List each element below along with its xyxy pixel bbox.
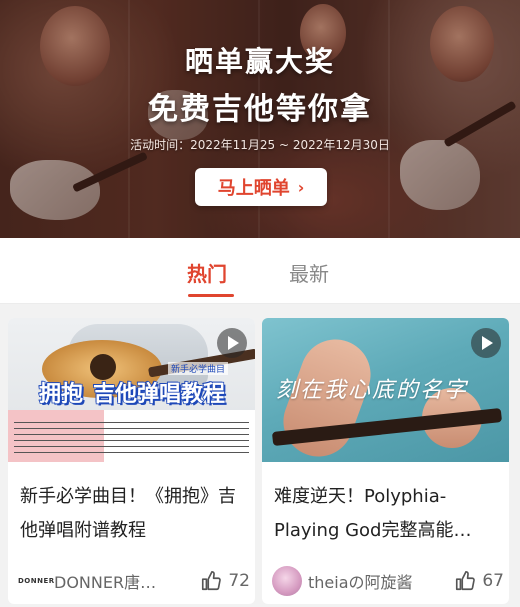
donner-logo: DONNER (18, 577, 55, 585)
like-button[interactable]: 67 (454, 570, 504, 592)
tab-staff-line (14, 446, 249, 447)
post-footer: theiaの阿旋酱 67 (272, 566, 504, 596)
thumbs-up-icon (202, 571, 222, 591)
tab-staff-line (14, 452, 249, 453)
thumb-overlay-text: 刻在我心底的名字 (276, 378, 469, 403)
active-tab-indicator (188, 294, 234, 297)
promo-banner[interactable]: 晒单赢大奖 免费吉他等你拿 活动时间：2022年11月25 ~ 2022年12月… (0, 0, 520, 238)
tab-staff-line (14, 422, 249, 423)
post-title[interactable]: 难度逆天！Polyphia-Playing God完整高能… (274, 480, 500, 548)
tab-sheet-preview (8, 410, 255, 462)
thumb-overlay-part: 拥抱 (38, 381, 84, 408)
chevron-right-icon: › (297, 177, 305, 197)
author-name[interactable]: DONNER唐… (54, 569, 200, 593)
post-footer: DONNER DONNER唐… 72 (18, 566, 250, 596)
video-thumbnail[interactable]: 新手必学曲目 拥抱 吉他弹唱教程 (8, 318, 255, 462)
tab-staff-line (14, 428, 249, 429)
post-title[interactable]: 新手必学曲目！《拥抱》吉他弹唱附谱教程 (20, 480, 246, 548)
banner-title-line2: 免费吉他等你拿 (148, 92, 372, 127)
banner-date: 活动时间：2022年11月25 ~ 2022年12月30日 (130, 138, 390, 152)
show-order-button[interactable]: 马上晒单 › (195, 168, 327, 206)
banner-title-line1: 晒单赢大奖 (184, 45, 335, 78)
post-card[interactable]: 刻在我心底的名字 难度逆天！Polyphia-Playing God完整高能… … (262, 318, 509, 604)
thumb-overlay-text: 拥抱 吉他弹唱教程 (12, 374, 252, 410)
tab-latest[interactable]: 最新 (289, 258, 329, 287)
tab-sheet-highlight (8, 410, 104, 462)
like-count: 67 (482, 571, 504, 591)
author-name[interactable]: theiaの阿旋酱 (308, 569, 454, 593)
post-card[interactable]: 新手必学曲目 拥抱 吉他弹唱教程 新手必学曲目！《拥抱》吉他弹唱附谱教程 DON… (8, 318, 255, 604)
show-order-label: 马上晒单 (217, 178, 290, 199)
avatar[interactable] (272, 566, 302, 596)
like-button[interactable]: 72 (200, 570, 250, 592)
video-thumbnail[interactable]: 刻在我心底的名字 (262, 318, 509, 462)
play-icon[interactable] (471, 328, 501, 358)
tab-staff-line (14, 434, 249, 435)
thumbs-up-icon (456, 571, 476, 591)
feed-tabs: 热门 最新 (0, 238, 520, 304)
thumb-overlay-part: 吉他弹唱教程 (92, 381, 226, 408)
tab-staff-line (14, 440, 249, 441)
tab-hot[interactable]: 热门 (187, 258, 227, 287)
play-icon[interactable] (217, 328, 247, 358)
like-count: 72 (228, 571, 250, 591)
